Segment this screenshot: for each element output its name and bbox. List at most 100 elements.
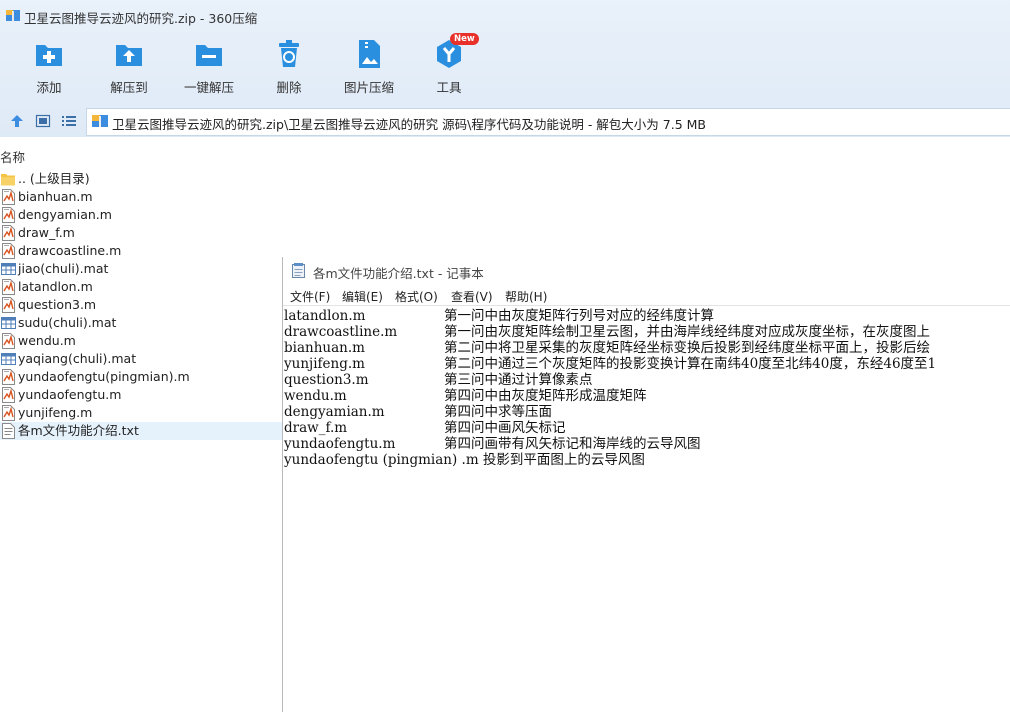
file-name: bianhuan.m (18, 189, 93, 204)
line-description: 第四问画带有风矢标记和海岸线的云导风图 (444, 436, 701, 452)
matlab-file-icon (2, 387, 15, 403)
file-name: sudu(chuli).mat (18, 315, 117, 330)
line-description: 第一问由灰度矩阵绘制卫星云图，并由海岸线经纬度对应成灰度坐标，在灰度图上 (444, 324, 930, 340)
line-file-name: latandlon.m (284, 308, 366, 324)
file-row[interactable]: yundaofengtu(pingmian).m (0, 368, 284, 386)
archive-header: 卫星云图推导云迹风的研究.zip - 360压缩 添加 解压到 一键解压 删除 … (0, 0, 1010, 137)
matlab-file-icon (2, 333, 15, 349)
delete-button[interactable]: 删除 (249, 36, 329, 98)
file-name: dengyamian.m (18, 207, 112, 222)
tools-button[interactable]: New 工具 (409, 33, 489, 98)
notepad-text-area[interactable]: latandlon.m 第一问中由灰度矩阵行列号对应的经纬度计算 drawcoast… (283, 305, 1010, 712)
file-name: .. (上级目录) (18, 171, 90, 186)
file-name: wendu.m (18, 333, 76, 348)
extract-to-button-label: 解压到 (110, 80, 148, 95)
menu-file[interactable]: 文件(F) (290, 288, 330, 305)
delete-button-label: 删除 (276, 80, 302, 95)
one-click-extract-button[interactable]: 一键解压 (169, 36, 249, 98)
mat-file-icon (1, 263, 16, 275)
image-compress-button-label: 图片压缩 (343, 80, 394, 95)
file-row[interactable]: dengyamian.m (0, 206, 284, 224)
extract-to-button[interactable]: 解压到 (89, 36, 169, 98)
line-file-name: question3.m (284, 372, 369, 388)
file-name: latandlon.m (18, 279, 93, 294)
list-view-icon[interactable] (61, 113, 77, 129)
file-row[interactable]: jiao(chuli).mat (0, 260, 284, 278)
notepad-title-bar[interactable]: 各m文件功能介绍.txt - 记事本 (283, 257, 1010, 283)
line-description: 第四问中求等压面 (444, 404, 552, 420)
line-description: 第四问中画风矢标记 (444, 420, 566, 436)
notepad-window: 各m文件功能介绍.txt - 记事本 文件(F) 编辑(E) 格式(O) 查看(… (282, 257, 1010, 712)
line-file-name: wendu.m (284, 388, 347, 404)
add-icon (36, 45, 62, 66)
address-path: 卫星云图推导云迹风的研究.zip\卫星云图推导云迹风的研究 源码\程序代码及功能… (112, 117, 706, 132)
new-badge: New (450, 33, 479, 45)
line-description: 第四问中由灰度矩阵形成温度矩阵 (444, 388, 647, 404)
line-file-name: yundaofengtu.m (284, 436, 396, 452)
line-file-name: drawcoastline.m (284, 324, 398, 340)
file-row[interactable]: drawcoastline.m (0, 242, 284, 260)
up-arrow-icon[interactable] (9, 113, 25, 129)
add-button-label: 添加 (36, 80, 62, 95)
one-click-extract-button-label: 一键解压 (183, 80, 234, 95)
line-description: 第一问中由灰度矩阵行列号对应的经纬度计算 (444, 308, 714, 324)
image-compress-button[interactable]: 图片压缩 (329, 36, 409, 98)
file-row[interactable]: sudu(chuli).mat (0, 314, 284, 332)
line-description: 第二问中通过三个灰度矩阵的投影变换计算在南纬40度至北纬40度，东经46度至1 (444, 356, 937, 372)
matlab-file-icon (2, 405, 15, 421)
matlab-file-icon (2, 369, 15, 385)
tools-button-label: 工具 (436, 80, 462, 95)
file-row[interactable]: bianhuan.m (0, 188, 284, 206)
matlab-file-icon (2, 189, 15, 205)
address-row: 卫星云图推导云迹风的研究.zip\卫星云图推导云迹风的研究 源码\程序代码及功能… (0, 107, 1010, 136)
line-description: 第三问中通过计算像素点 (444, 372, 593, 388)
app-window: 卫星云图推导云迹风的研究.zip - 360压缩 添加 解压到 一键解压 删除 … (0, 0, 1010, 712)
extract-to-icon (116, 45, 142, 66)
line-description: 第二问中将卫星采集的灰度矩阵经坐标变换后投影到经纬度坐标平面上，投影后绘 (444, 340, 930, 356)
column-header-name[interactable]: 名称 (0, 147, 25, 166)
file-name: yaqiang(chuli).mat (18, 351, 137, 366)
one-click-extract-icon (196, 45, 222, 66)
menu-help[interactable]: 帮助(H) (505, 288, 547, 305)
text-line: yundaofengtu (pingmian) .m 投影到平面图上的云导风图 (284, 452, 645, 468)
window-title: 卫星云图推导云迹风的研究.zip - 360压缩 (24, 11, 258, 26)
file-row[interactable]: wendu.m (0, 332, 284, 350)
file-row[interactable]: .. (上级目录) (0, 170, 284, 188)
line-file-name: yunjifeng.m (284, 356, 365, 372)
file-row[interactable]: draw_f.m (0, 224, 284, 242)
add-button[interactable]: 添加 (9, 36, 89, 98)
line-file-name: bianhuan.m (284, 340, 365, 356)
file-row[interactable]: latandlon.m (0, 278, 284, 296)
matlab-file-icon (2, 225, 15, 241)
mat-file-icon (1, 353, 16, 365)
archive-app-icon (6, 10, 20, 21)
matlab-file-icon (2, 279, 15, 295)
address-bar[interactable]: 卫星云图推导云迹风的研究.zip\卫星云图推导云迹风的研究 源码\程序代码及功能… (86, 108, 1010, 136)
title-bar[interactable]: 卫星云图推导云迹风的研究.zip - 360压缩 (0, 0, 1010, 32)
menu-format[interactable]: 格式(O) (395, 288, 438, 305)
file-row[interactable]: yaqiang(chuli).mat (0, 350, 284, 368)
file-list: .. (上级目录) bianhuan.m dengyamian.m draw_f.m d… (0, 170, 290, 440)
file-name: yunjifeng.m (18, 405, 93, 420)
menu-edit[interactable]: 编辑(E) (342, 288, 383, 305)
file-name: question3.m (18, 297, 97, 312)
menu-view[interactable]: 查看(V) (451, 288, 493, 305)
text-file-icon (2, 423, 15, 439)
notepad-title: 各m文件功能介绍.txt - 记事本 (313, 266, 484, 281)
file-name: drawcoastline.m (18, 243, 122, 258)
thumbnail-view-icon[interactable] (35, 113, 51, 129)
delete-icon (279, 40, 299, 67)
notepad-menu-bar: 文件(F) 编辑(E) 格式(O) 查看(V) 帮助(H) (283, 285, 1010, 305)
matlab-file-icon (2, 297, 15, 313)
file-name: yundaofengtu(pingmian).m (18, 369, 190, 384)
file-row[interactable]: 各m文件功能介绍.txt (0, 422, 284, 440)
line-file-name: dengyamian.m (284, 404, 385, 420)
folder-icon (1, 174, 15, 186)
file-row[interactable]: yunjifeng.m (0, 404, 284, 422)
line-file-name: draw_f.m (284, 420, 348, 436)
file-row[interactable]: question3.m (0, 296, 284, 314)
file-name: jiao(chuli).mat (18, 261, 109, 276)
main-toolbar: 添加 解压到 一键解压 删除 图片压缩 New 工具 (0, 33, 1010, 100)
mat-file-icon (1, 317, 16, 329)
file-row[interactable]: yundaofengtu.m (0, 386, 284, 404)
